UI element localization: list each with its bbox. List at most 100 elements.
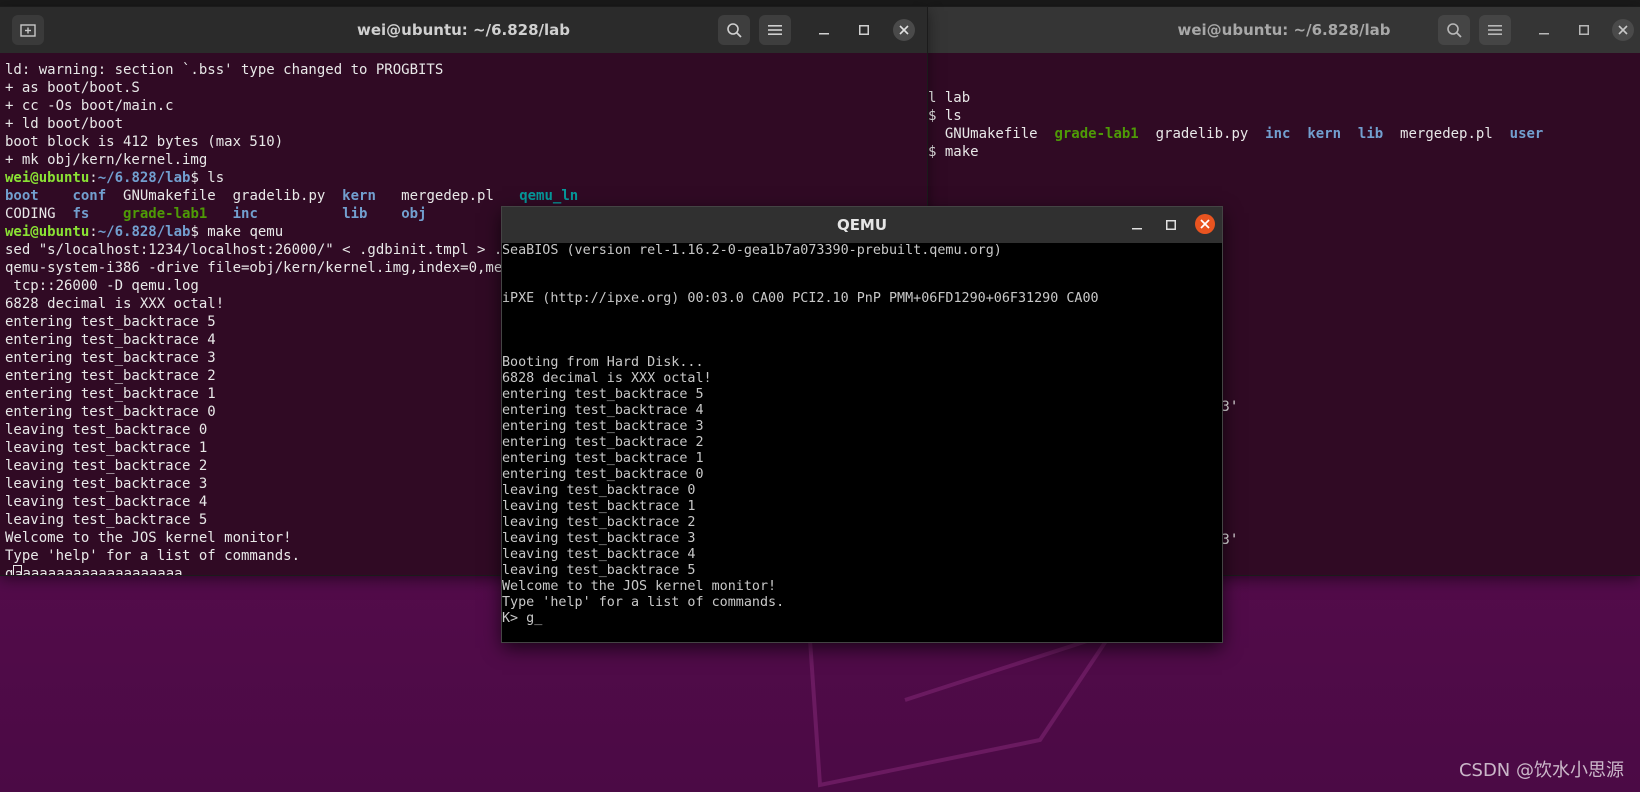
terminal-text: aaaaaaaaaaaaaaaaaaa	[22, 566, 183, 575]
terminal-text: entering test_backtrace 5	[5, 314, 216, 330]
qemu-screen[interactable]: SeaBIOS (version rel-1.16.2-0-gea1b7a073…	[502, 243, 1222, 642]
terminal-text: entering test_backtrace 2	[5, 368, 216, 384]
terminal-text: + as boot/boot.S	[5, 80, 140, 96]
qemu-console-line: Type 'help' for a list of commands.	[502, 595, 785, 610]
terminal-text: Type 'help' for a list of commands.	[5, 548, 301, 564]
hamburger-menu-icon	[1488, 25, 1502, 35]
terminal-text: $ make qemu	[190, 224, 284, 240]
terminal-text: boot	[5, 188, 39, 204]
search-button[interactable]	[718, 15, 750, 45]
terminal-text: lib	[1357, 126, 1384, 142]
terminal-text: entering test_backtrace 0	[5, 404, 216, 420]
terminal-line: l lab	[928, 89, 1640, 107]
qemu-titlebar[interactable]: QEMU	[502, 207, 1222, 243]
terminal-text: ~/6.828/lab	[97, 224, 191, 240]
terminal-text: sed "s/localhost:1234/localhost:26000/" …	[5, 242, 562, 258]
qemu-console-line: Booting from Hard Disk...	[502, 355, 704, 370]
close-button[interactable]	[1612, 19, 1634, 41]
terminal-text: g	[5, 566, 14, 575]
terminal-text: ld: warning: section `.bss' type changed…	[5, 62, 444, 78]
qemu-console-line: SeaBIOS (version rel-1.16.2-0-gea1b7a073…	[502, 243, 1002, 258]
qemu-console-line: entering test_backtrace 3	[502, 419, 704, 434]
terminal-line: + ld boot/boot	[5, 115, 927, 133]
terminal-text: user	[1509, 126, 1544, 142]
terminal-text: + cc -Os boot/main.c	[5, 98, 174, 114]
terminal-text: CODING	[5, 206, 73, 222]
qemu-console-line: leaving test_backtrace 4	[502, 547, 696, 562]
terminal-line: ld: warning: section `.bss' type changed…	[5, 61, 927, 79]
terminal-text: $ make	[928, 144, 979, 160]
terminal-text: grade-lab1	[1054, 126, 1139, 142]
qemu-console-line: entering test_backtrace 5	[502, 387, 704, 402]
maximize-button[interactable]	[1161, 215, 1181, 235]
menu-button[interactable]	[759, 15, 791, 45]
terminal-text: $ ls	[928, 108, 962, 124]
qemu-console-line: leaving test_backtrace 1	[502, 499, 696, 514]
terminal-text: qemu_ln	[519, 188, 579, 204]
qemu-console-line: leaving test_backtrace 5	[502, 563, 696, 578]
qemu-console-line: 6828 decimal is XXX octal!	[502, 371, 712, 386]
terminal-text: leaving test_backtrace 0	[5, 422, 208, 438]
terminal-text: l lab	[928, 90, 971, 106]
minimize-icon	[819, 33, 829, 35]
terminal-text: leaving test_backtrace 5	[5, 512, 208, 528]
terminal-text: + ld boot/boot	[5, 116, 124, 132]
terminal-line: boot conf GNUmakefile gradelib.py kern m…	[5, 187, 927, 205]
terminal-text: kern	[342, 188, 376, 204]
new-tab-icon	[20, 24, 36, 37]
watermark: CSDN @饮水小思源	[1458, 760, 1624, 781]
terminal-line: GNUmakefile grade-lab1 gradelib.py inc k…	[928, 125, 1640, 143]
maximize-button[interactable]	[854, 20, 874, 40]
terminal-line: + cc -Os boot/main.c	[5, 97, 927, 115]
maximize-icon	[1166, 220, 1176, 230]
terminal-text: wei@ubuntu	[5, 170, 90, 186]
top-panel	[0, 0, 1640, 6]
maximize-button[interactable]	[1574, 20, 1594, 40]
minimize-icon	[1132, 228, 1142, 230]
close-icon	[899, 25, 909, 35]
terminal-text: GNUmakefile	[928, 126, 1055, 142]
terminal-line: + as boot/boot.S	[5, 79, 927, 97]
search-button[interactable]	[1438, 15, 1470, 45]
terminal-text: :	[89, 170, 98, 186]
qemu-console-line	[502, 275, 1222, 291]
terminal-text: mergedep.pl	[1383, 126, 1510, 142]
minimize-button[interactable]	[814, 20, 834, 40]
close-button[interactable]	[893, 19, 915, 41]
minimize-button[interactable]	[1127, 215, 1147, 235]
new-tab-button[interactable]	[12, 15, 44, 45]
terminal-text: wei@ubuntu	[5, 224, 90, 240]
terminal-text: entering test_backtrace 4	[5, 332, 216, 348]
terminal-text: $ ls	[190, 170, 225, 186]
terminal-text: inc	[232, 206, 258, 222]
close-button[interactable]	[1195, 214, 1215, 234]
hamburger-menu-icon	[768, 25, 782, 35]
terminal-text: fs	[72, 206, 90, 222]
terminal-text: kern	[1307, 126, 1342, 142]
qemu-console-line: leaving test_backtrace 2	[502, 515, 696, 530]
qemu-window[interactable]: QEMU SeaBIOS (version rel-1.16.2-0-gea1b…	[502, 207, 1222, 642]
terminal-text: 6828 decimal is XXX octal!	[5, 296, 225, 312]
minimize-button[interactable]	[1534, 20, 1554, 40]
terminal-text: mergedep.pl	[375, 188, 520, 204]
qemu-console-line	[502, 259, 1222, 275]
left-terminal-titlebar[interactable]: wei@ubuntu: ~/6.828/lab	[0, 7, 927, 53]
terminal-text: boot block is 412 bytes (max 510)	[5, 134, 284, 150]
terminal-line: $ make	[928, 143, 1640, 161]
terminal-text: leaving test_backtrace 1	[5, 440, 208, 456]
terminal-text: tcp::26000 -D qemu.log	[5, 278, 199, 294]
terminal-text: inc	[1265, 126, 1291, 142]
terminal-text: Welcome to the JOS kernel monitor!	[5, 530, 292, 546]
close-icon	[1200, 219, 1210, 229]
qemu-console-line: K> g_	[502, 611, 543, 626]
terminal-text: grade-lab1	[123, 206, 208, 222]
menu-button[interactable]	[1479, 15, 1511, 45]
right-terminal-titlebar[interactable]: wei@ubuntu: ~/6.828/lab	[928, 7, 1640, 53]
qemu-console-line	[502, 339, 1222, 355]
maximize-icon	[859, 25, 869, 35]
